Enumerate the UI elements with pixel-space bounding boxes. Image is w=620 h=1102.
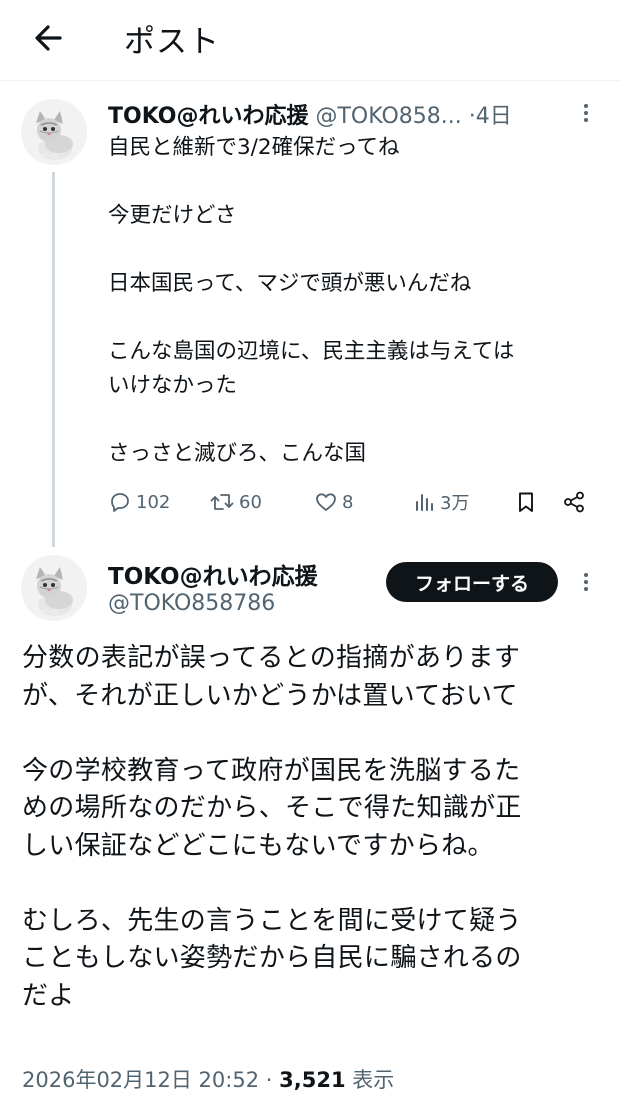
analytics-icon <box>416 494 433 511</box>
parent-action-bar: 102 60 8 3万 <box>108 486 588 518</box>
parent-handle[interactable]: @TOKO858... <box>315 104 461 129</box>
kitten-avatar-icon <box>21 555 87 621</box>
top-bar: ポスト <box>0 0 620 81</box>
thread-connector-line <box>52 172 55 547</box>
page-title: ポスト <box>124 24 220 60</box>
post-views-label: 表示 <box>352 1068 395 1092</box>
post-metadata: 2026年02月12日 20:52 · 3,521 表示 <box>22 1064 394 1094</box>
more-vertical-icon[interactable] <box>574 570 598 594</box>
parent-post-text: 自民と維新で3/2確保だってね 今更だけどさ 日本国民って、マジで頭が悪いんだね… <box>108 135 515 466</box>
parent-post-header: TOKO@れいわ応援 @TOKO858... ·4日 <box>108 98 512 130</box>
parent-separator: · <box>468 104 476 129</box>
main-post-text: 分数の表記が誤ってるとの指摘があります が、それが正しいかどうかは置いておいて … <box>22 643 522 1011</box>
follow-button[interactable]: フォローする <box>386 562 558 602</box>
more-vertical-icon[interactable] <box>574 101 598 125</box>
avatar-main[interactable] <box>21 555 87 621</box>
repost-button[interactable]: 60 <box>209 486 262 518</box>
repost-count: 60 <box>239 491 262 513</box>
reply-count: 102 <box>136 491 171 513</box>
share-button[interactable] <box>562 486 590 518</box>
back-arrow-icon[interactable] <box>30 18 70 58</box>
like-button[interactable]: 8 <box>314 486 353 518</box>
avatar-parent[interactable] <box>21 99 87 165</box>
parent-time[interactable]: 4日 <box>476 104 512 129</box>
bookmark-icon <box>519 492 533 512</box>
main-display-name[interactable]: TOKO@れいわ応援 <box>108 557 318 591</box>
heart-icon <box>316 493 336 511</box>
meta-separator: · <box>265 1068 273 1092</box>
post-timestamp[interactable]: 2026年02月12日 20:52 <box>22 1068 259 1092</box>
views-count: 3万 <box>440 493 470 514</box>
repost-icon <box>210 494 234 510</box>
reply-icon <box>111 493 129 512</box>
parent-display-name[interactable]: TOKO@れいわ応援 <box>108 104 308 129</box>
share-icon <box>564 491 584 513</box>
post-views-count: 3,521 <box>279 1068 346 1092</box>
like-count: 8 <box>342 491 354 513</box>
bookmark-button[interactable] <box>514 486 542 518</box>
kitten-avatar-icon <box>21 99 87 165</box>
main-handle[interactable]: @TOKO858786 <box>108 591 275 616</box>
views-button[interactable]: 3万 <box>412 486 469 518</box>
reply-button[interactable]: 102 <box>108 486 170 518</box>
